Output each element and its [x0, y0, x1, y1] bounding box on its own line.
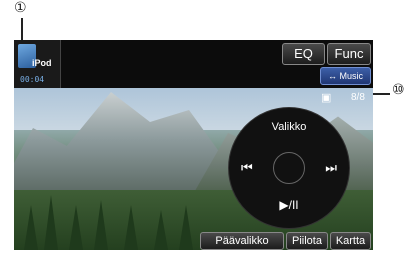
- source-label: iPod: [32, 58, 52, 68]
- tree: [69, 205, 83, 250]
- tree: [124, 205, 138, 250]
- wheel-menu-button[interactable]: Valikko: [229, 121, 349, 133]
- source-indicator[interactable]: iPod 00:04: [14, 40, 61, 88]
- control-wheel[interactable]: Valikko ⏮ ⏭ ▶/II: [228, 107, 350, 229]
- eq-button[interactable]: EQ: [282, 43, 325, 65]
- callout-10-line: [370, 93, 390, 95]
- tree: [44, 195, 58, 250]
- tree: [24, 205, 38, 250]
- tree: [154, 210, 168, 250]
- main-menu-button[interactable]: Päävalikko: [200, 232, 284, 250]
- elapsed-time: 00:04: [20, 75, 45, 84]
- next-track-icon[interactable]: ⏭: [325, 160, 337, 176]
- callout-10-marker: ⑩: [392, 82, 405, 98]
- func-button[interactable]: Func: [327, 43, 371, 65]
- callout-1-line: [21, 18, 23, 40]
- map-button[interactable]: Kartta: [330, 232, 371, 250]
- top-bar: iPod 00:04 EQ Func ↔ Music: [14, 40, 373, 88]
- tree: [94, 200, 108, 250]
- callout-1-marker: ①: [14, 0, 27, 16]
- tree: [179, 205, 193, 250]
- play-pause-icon[interactable]: ▶/II: [229, 198, 349, 212]
- wheel-center-button[interactable]: [273, 152, 305, 184]
- track-count: 8/8: [351, 92, 365, 103]
- hide-button[interactable]: Piilota: [286, 232, 328, 250]
- film-icon: ▣: [321, 92, 332, 104]
- previous-track-icon[interactable]: ⏮: [241, 160, 253, 176]
- video-screen[interactable]: iPod 00:04 EQ Func ↔ Music ▣ 8/8 Valikko…: [14, 40, 373, 250]
- music-toggle-button[interactable]: ↔ Music: [320, 67, 371, 85]
